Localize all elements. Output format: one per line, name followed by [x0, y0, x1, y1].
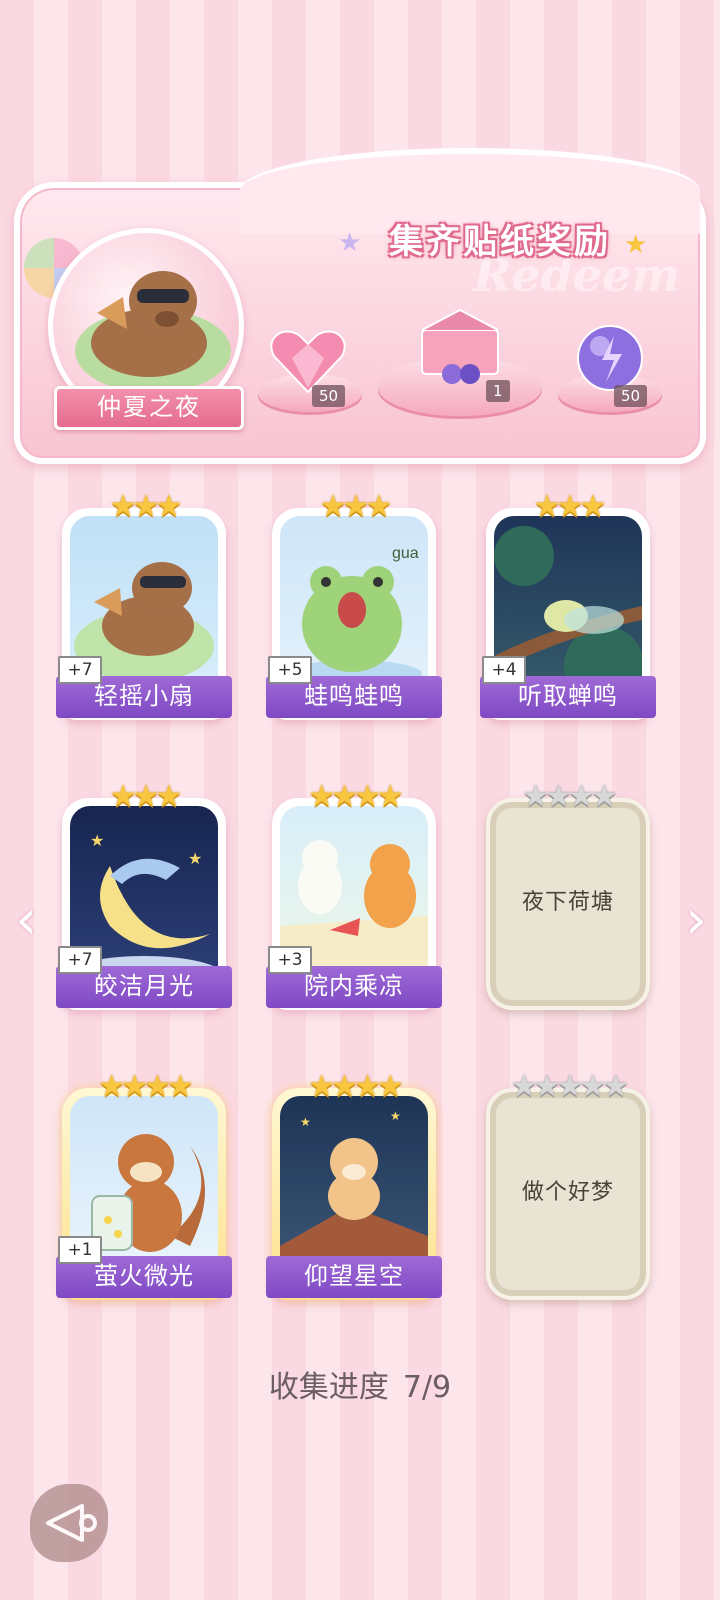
reward-count: 1 [486, 380, 510, 402]
star-rating: ★★★ [319, 489, 393, 524]
frog-sound-text: gua [392, 545, 419, 562]
sticker-card[interactable]: ★★★★ 萤火微光 +1 [56, 1070, 232, 1300]
bonus-badge: +7 [58, 656, 102, 684]
locked-sticker-card[interactable]: ★★★★ 夜下荷塘 [486, 780, 650, 1010]
back-button[interactable] [30, 1484, 108, 1562]
sticker-card[interactable]: ★ ★ ★★★★ 仰望星空 [266, 1070, 442, 1300]
star-rating: ★★★ [109, 489, 183, 524]
bonus-badge: +1 [58, 1236, 102, 1264]
locked-sticker-card[interactable]: ★★★★★ 做个好梦 [486, 1070, 650, 1300]
sticker-card[interactable]: ★★★ 听取蝉鸣 +4 [480, 490, 656, 720]
event-name-ribbon: 仲夏之夜 [54, 386, 244, 430]
back-arrow-icon [46, 1504, 97, 1542]
svg-text:★: ★ [90, 831, 104, 850]
bonus-badge: +4 [482, 656, 526, 684]
star-rating: ★★★★ [522, 779, 618, 814]
chevron-right-icon[interactable]: › [676, 890, 716, 950]
chevron-left-icon[interactable]: ‹ [6, 890, 46, 950]
star-icon: ★ [338, 228, 362, 258]
star-rating: ★★★★ [308, 1069, 404, 1104]
sticker-name: 做个好梦 [521, 1179, 614, 1204]
progress-label: 收集进度 [268, 1370, 389, 1405]
svg-text:★: ★ [300, 1115, 311, 1129]
bonus-badge: +5 [268, 656, 312, 684]
sticker-card[interactable]: ★★★ 轻摇小扇 +7 [56, 490, 232, 720]
reward-count: 50 [614, 385, 648, 407]
sticker-card[interactable]: gua ★★★ 蛙鸣蛙鸣 +5 [266, 490, 442, 720]
sticker-card[interactable]: ★★★★ 院内乘凉 +3 [266, 780, 442, 1010]
reward-count: 50 [312, 385, 346, 407]
collection-progress: 收集进度 7/9 [0, 1362, 720, 1406]
gift-box-icon[interactable] [412, 300, 508, 386]
bonus-badge: +3 [268, 946, 312, 974]
svg-text:★: ★ [390, 1109, 401, 1123]
reward-banner: Redeem ★ ★ 集齐贴纸奖励 仲夏之夜 50 1 50 [14, 148, 706, 464]
star-rating: ★★★ [533, 489, 607, 524]
star-rating: ★★★ [109, 779, 183, 814]
sticker-name: 仰望星空 [266, 1256, 442, 1298]
hamster-rooftop-icon: ★ ★ [280, 1109, 428, 1272]
progress-value: 7/9 [402, 1370, 452, 1405]
sticker-card[interactable]: ★ ★ ★★★ 皎洁月光 +7 [56, 780, 232, 1010]
star-rating: ★★★★★ [510, 1069, 629, 1104]
bonus-badge: +7 [58, 946, 102, 974]
svg-text:★: ★ [188, 849, 202, 868]
star-rating: ★★★★ [308, 779, 404, 814]
purple-energy-orb-icon[interactable] [574, 322, 646, 394]
banner-title: 集齐贴纸奖励 [389, 222, 611, 262]
star-rating: ★★★★ [98, 1069, 194, 1104]
sticker-name: 夜下荷塘 [521, 889, 614, 914]
